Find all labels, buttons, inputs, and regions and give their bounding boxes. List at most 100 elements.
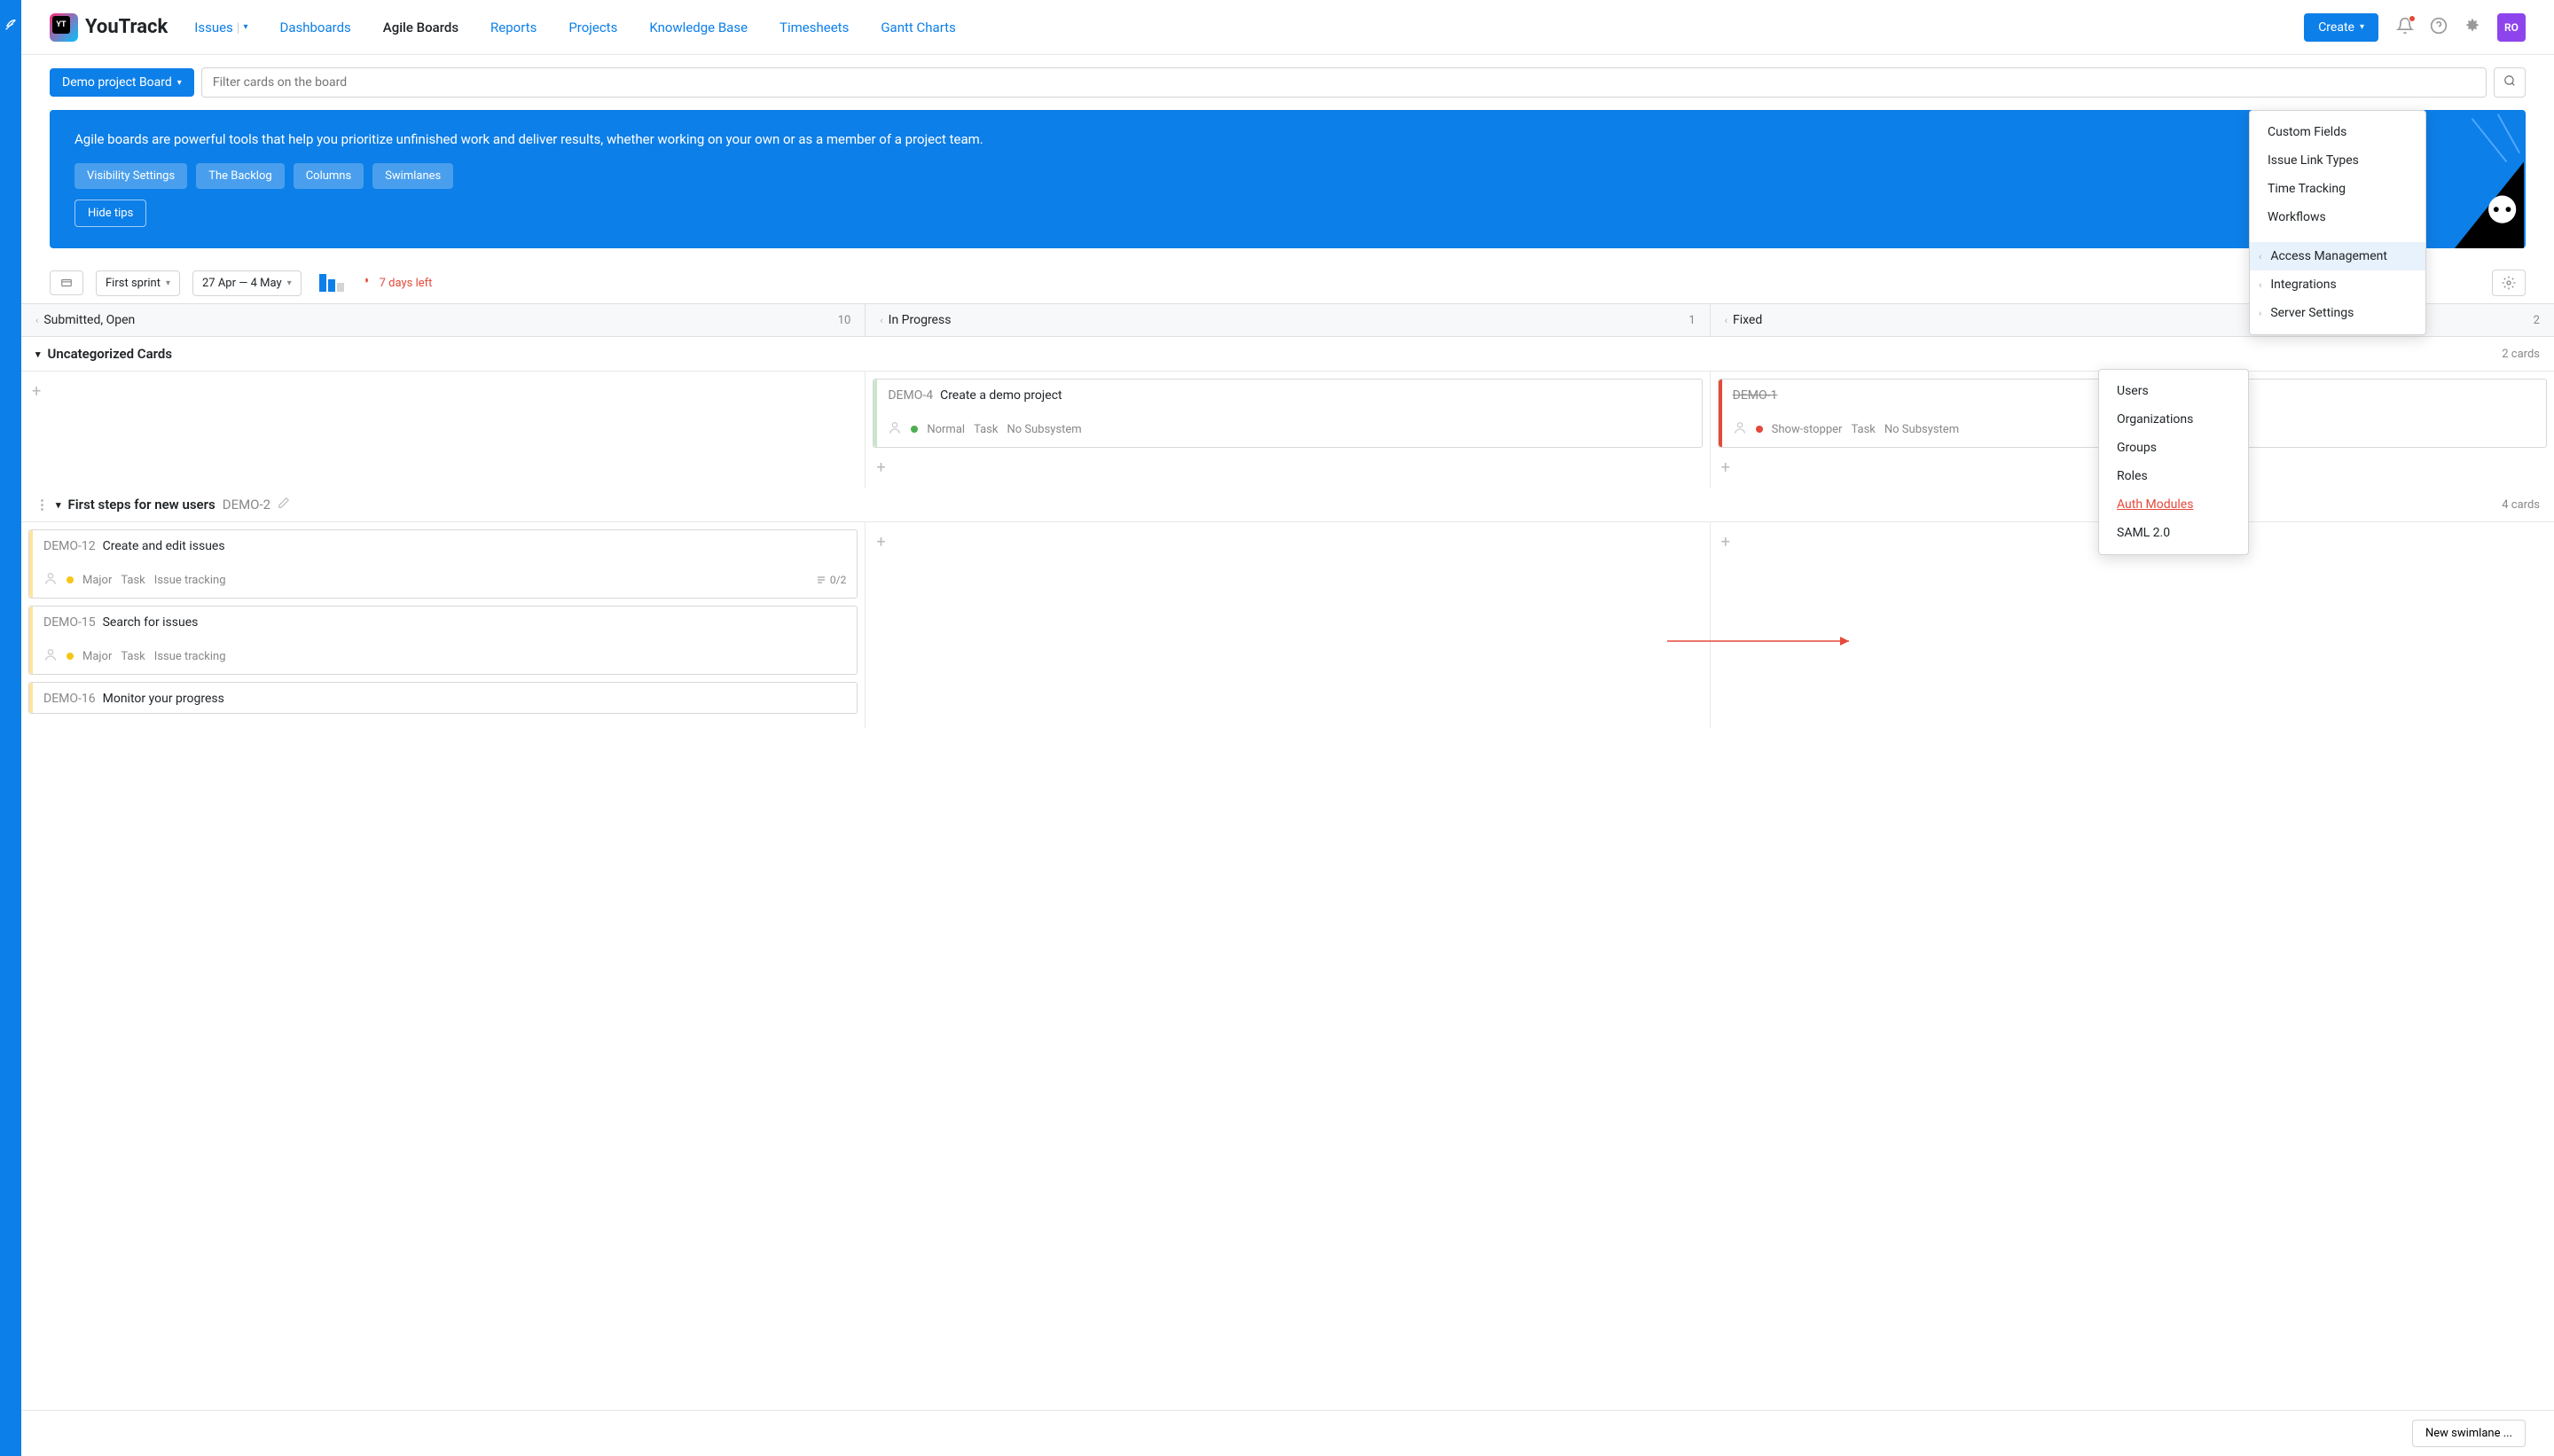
add-card-button[interactable]: + <box>873 529 1702 555</box>
menu-auth-modules[interactable]: Auth Modules <box>2099 490 2248 519</box>
column-headers: ‹Submitted, Open 10 ‹In Progress 1 ‹Fixe… <box>21 303 2554 337</box>
card-priority: Major <box>82 650 112 663</box>
days-left-indicator: 7 days left <box>364 277 433 290</box>
card-type: Task <box>974 423 998 436</box>
cell-submitted[interactable]: + <box>21 372 866 488</box>
sprint-toolbar: First sprint ▾ 27 Apr — 4 May ▾ 7 days l… <box>0 262 2554 303</box>
nav-agile-boards[interactable]: Agile Boards <box>383 20 458 35</box>
swimlane-uncategorized-header[interactable]: ▾ Uncategorized Cards 2 cards <box>21 337 2554 372</box>
priority-dot <box>1756 426 1763 433</box>
menu-custom-fields[interactable]: Custom Fields <box>2250 118 2425 146</box>
user-avatar[interactable]: RO <box>2497 13 2526 42</box>
chevron-down-icon: ▾ <box>35 348 41 360</box>
tips-text: Agile boards are powerful tools that hel… <box>74 131 2501 147</box>
date-range-selector[interactable]: 27 Apr — 4 May ▾ <box>192 270 302 296</box>
menu-server-settings[interactable]: ‹Server Settings <box>2250 299 2425 327</box>
create-button[interactable]: Create ▾ <box>2304 13 2378 42</box>
column-header-submitted[interactable]: ‹Submitted, Open 10 <box>21 304 866 336</box>
card-demo-15[interactable]: DEMO-15 Search for issues Major Task Iss… <box>28 606 858 675</box>
menu-users[interactable]: Users <box>2099 377 2248 405</box>
assignee-icon[interactable] <box>43 647 58 665</box>
column-header-inprogress[interactable]: ‹In Progress 1 <box>866 304 1710 336</box>
cell-submitted[interactable]: DEMO-12 Create and edit issues Major Tas… <box>21 522 866 728</box>
card-id: DEMO-12 <box>43 539 96 553</box>
tip-visibility-button[interactable]: Visibility Settings <box>74 163 187 189</box>
nav-issues[interactable]: Issues | ▾ <box>194 20 247 35</box>
chevron-left-icon: ‹ <box>880 315 882 326</box>
menu-roles[interactable]: Roles <box>2099 462 2248 490</box>
assignee-icon[interactable] <box>888 420 902 438</box>
tips-banner: Agile boards are powerful tools that hel… <box>50 110 2526 248</box>
column-header-fixed[interactable]: ‹Fixed 2 <box>1711 304 2554 336</box>
chevron-down-icon: ▾ <box>243 22 247 32</box>
menu-organizations[interactable]: Organizations <box>2099 405 2248 434</box>
card-demo-12[interactable]: DEMO-12 Create and edit issues Major Tas… <box>28 529 858 599</box>
notifications-icon[interactable] <box>2396 17 2414 38</box>
card-subsystem: Issue tracking <box>154 574 226 587</box>
backlog-button[interactable] <box>50 270 83 295</box>
nav-projects[interactable]: Projects <box>568 20 617 35</box>
nav-reports[interactable]: Reports <box>490 20 537 35</box>
board-toolbar: Demo project Board ▾ <box>0 55 2554 110</box>
admin-menu: Custom Fields Issue Link Types Time Trac… <box>2249 110 2426 335</box>
menu-integrations[interactable]: ‹Integrations <box>2250 270 2425 299</box>
logo[interactable]: YT YouTrack <box>50 13 168 42</box>
menu-workflows[interactable]: Workflows <box>2250 203 2425 231</box>
card-subsystem: No Subsystem <box>1007 423 1081 436</box>
chevron-left-icon: ‹ <box>2259 279 2261 291</box>
chevron-left-icon: ‹ <box>35 315 38 326</box>
board-settings-button[interactable] <box>2492 270 2526 296</box>
chevron-down-icon: ▾ <box>166 278 170 288</box>
card-demo-4[interactable]: DEMO-4 Create a demo project Normal Task… <box>873 379 1702 448</box>
nav-dashboards[interactable]: Dashboards <box>279 20 350 35</box>
priority-stripe <box>874 380 877 447</box>
add-card-button[interactable]: + <box>28 379 858 404</box>
help-icon[interactable] <box>2430 17 2448 38</box>
priority-stripe <box>29 530 33 598</box>
assignee-icon[interactable] <box>1733 420 1747 438</box>
card-id: DEMO-4 <box>888 388 933 403</box>
card-demo-16[interactable]: DEMO-16 Monitor your progress <box>28 682 858 714</box>
hide-tips-button[interactable]: Hide tips <box>74 200 146 227</box>
main-header: YT YouTrack Issues | ▾ Dashboards Agile … <box>0 0 2554 55</box>
tips-buttons: Visibility Settings The Backlog Columns … <box>74 163 2501 189</box>
card-type: Task <box>121 574 145 587</box>
main-nav: Issues | ▾ Dashboards Agile Boards Repor… <box>194 20 2304 35</box>
menu-access-management[interactable]: ‹Access Management <box>2250 242 2425 270</box>
board-selector[interactable]: Demo project Board ▾ <box>50 68 194 97</box>
tip-swimlanes-button[interactable]: Swimlanes <box>372 163 453 189</box>
feather-icon[interactable] <box>0 0 21 53</box>
edit-icon[interactable] <box>278 497 290 513</box>
filter-input[interactable] <box>201 67 2487 98</box>
cell-inprogress[interactable]: + <box>866 522 1710 728</box>
menu-issue-link-types[interactable]: Issue Link Types <box>2250 146 2425 175</box>
card-priority: Major <box>82 574 112 587</box>
search-button[interactable] <box>2494 67 2526 98</box>
cell-inprogress[interactable]: DEMO-4 Create a demo project Normal Task… <box>866 372 1710 488</box>
menu-saml[interactable]: SAML 2.0 <box>2099 519 2248 547</box>
nav-gantt[interactable]: Gantt Charts <box>881 20 955 35</box>
drag-handle-icon[interactable]: ⋮ <box>35 497 49 513</box>
view-mode-icons[interactable] <box>319 274 344 292</box>
assignee-icon[interactable] <box>43 571 58 589</box>
logo-text: YouTrack <box>85 16 168 38</box>
nav-timesheets[interactable]: Timesheets <box>780 20 849 35</box>
priority-stripe <box>29 683 33 713</box>
settings-icon[interactable] <box>2464 17 2481 38</box>
sprint-selector[interactable]: First sprint ▾ <box>96 270 180 296</box>
card-subsystem: Issue tracking <box>154 650 226 663</box>
chevron-down-icon: ▾ <box>177 78 182 88</box>
new-swimlane-button[interactable]: New swimlane ... <box>2412 1420 2526 1447</box>
add-card-button[interactable]: + <box>873 455 1702 481</box>
nav-knowledge-base[interactable]: Knowledge Base <box>649 20 748 35</box>
chevron-down-icon: ▾ <box>56 499 61 511</box>
menu-groups[interactable]: Groups <box>2099 434 2248 462</box>
card-title: Create a demo project <box>940 388 1062 403</box>
card-subsystem: No Subsystem <box>1884 423 1959 436</box>
tip-columns-button[interactable]: Columns <box>294 163 364 189</box>
menu-time-tracking[interactable]: Time Tracking <box>2250 175 2425 203</box>
priority-stripe <box>29 607 33 674</box>
priority-stripe <box>1719 380 1722 447</box>
tip-backlog-button[interactable]: The Backlog <box>196 163 284 189</box>
notification-dot <box>2409 15 2416 22</box>
